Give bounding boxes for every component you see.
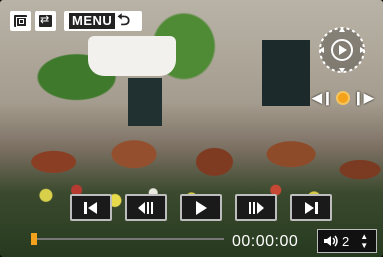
control-dial-icon[interactable]	[316, 24, 368, 76]
slow-forward-icon: ❙▶	[352, 90, 374, 105]
progress-track	[34, 238, 224, 240]
volume-arrows[interactable]: ▲ ▼	[360, 232, 368, 250]
swap-icon	[39, 13, 52, 27]
menu-label: MENU	[69, 13, 116, 29]
progress-thumb[interactable]	[31, 233, 37, 245]
speaker-icon	[324, 235, 338, 247]
volume-value: 2	[342, 233, 350, 249]
back-arrow-icon: ⮌	[117, 12, 131, 29]
frame-forward-button[interactable]	[235, 194, 277, 221]
frame-forward-icon	[249, 201, 264, 214]
skip-to-end-button[interactable]	[290, 194, 332, 221]
slow-motion-dot-icon	[335, 91, 350, 105]
skip-to-start-button[interactable]	[70, 194, 112, 221]
slow-back-icon: ◀❙	[312, 90, 333, 105]
grid-view-button[interactable]	[10, 11, 31, 31]
top-toolbar: MENU ⮌	[10, 11, 142, 31]
play-button[interactable]	[180, 194, 222, 221]
timecode: 00:00:00	[232, 233, 299, 250]
transport-controls	[70, 194, 332, 221]
video-playback-screen: MENU ⮌ ◀❙ ❙▶	[0, 0, 383, 257]
menu-back-button[interactable]: MENU ⮌	[64, 11, 142, 31]
frame-back-icon	[138, 201, 153, 214]
volume-down-icon[interactable]: ▼	[360, 241, 368, 250]
volume-control[interactable]: 2 ▲ ▼	[317, 229, 377, 253]
swap-button[interactable]	[35, 11, 56, 31]
skip-to-end-icon	[305, 201, 318, 214]
slow-motion-control[interactable]: ◀❙ ❙▶	[312, 90, 374, 106]
play-icon	[196, 200, 207, 215]
background-awning	[88, 36, 176, 76]
skip-to-start-icon	[84, 201, 97, 214]
playback-progress-bar[interactable]	[31, 233, 224, 245]
volume-up-icon[interactable]: ▲	[360, 232, 368, 241]
grid-view-icon	[14, 15, 27, 27]
frame-back-button[interactable]	[125, 194, 167, 221]
